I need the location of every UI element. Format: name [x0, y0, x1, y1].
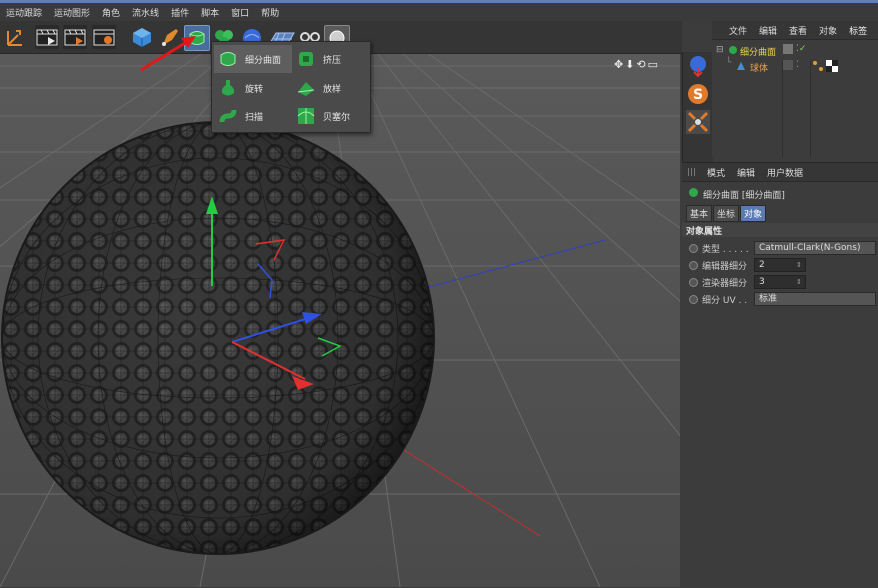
loft-icon — [295, 77, 317, 99]
menu-item-lathe[interactable]: 旋转 — [214, 74, 292, 102]
column-divider — [782, 61, 783, 157]
move-tool-icon[interactable] — [686, 54, 710, 78]
subtab-coord[interactable]: 坐标 — [713, 205, 740, 222]
column-divider — [810, 61, 811, 157]
object-manager: 文件 编辑 查看 对象 标签 书签 ⊟ 细分曲面 ⁚✓ └ 球体 ⁚ — [712, 21, 878, 157]
attribute-object-header: 细分曲面 [细分曲面] — [688, 187, 785, 201]
section-header: 对象属性 — [682, 223, 878, 237]
am-menu-edit[interactable]: 编辑 — [731, 166, 761, 179]
snap-tool-icon[interactable]: S — [686, 82, 710, 106]
enabled-check-icon[interactable]: ⁚✓ — [796, 44, 806, 54]
menu-item-subdivision-surface[interactable]: 细分曲面 — [214, 45, 292, 73]
sphere-object-icon — [736, 61, 746, 74]
prop-editor-subdiv-row: 编辑器细分 2 ⇕ — [682, 257, 878, 273]
texture-tag-icon[interactable] — [826, 60, 838, 75]
object-row-subdivision[interactable]: ⊟ 细分曲面 ⁚✓ — [712, 43, 878, 59]
axis-lock-icon[interactable] — [686, 110, 710, 134]
expand-toggle-icon[interactable]: ⊟ — [716, 45, 724, 55]
menu-item-extrude[interactable]: 挤压 — [292, 45, 370, 73]
svg-text:S: S — [693, 87, 703, 103]
menu-item-sweep[interactable]: 扫描 — [214, 102, 292, 130]
animate-radio[interactable] — [689, 294, 698, 304]
prop-type-row: 类型 . . . . . Catmull-Clark(N-Gons) — [682, 240, 878, 256]
prop-render-subdiv-row: 渲染器细分 3 ⇕ — [682, 274, 878, 290]
am-menu-userdata[interactable]: 用户数据 — [761, 166, 809, 179]
object-list: ⊟ 细分曲面 ⁚✓ └ 球体 ⁚ — [712, 43, 878, 75]
generator-dropdown-menu: 细分曲面 挤压 旋转 放样 扫描 贝塞尔 — [211, 41, 371, 133]
animate-radio[interactable] — [689, 243, 698, 253]
lathe-icon — [217, 77, 239, 99]
tree-line: └ — [726, 58, 732, 68]
subdivision-surface-icon — [688, 187, 699, 201]
layer-swatch[interactable] — [783, 44, 793, 54]
phong-tag-icon[interactable] — [812, 60, 824, 75]
bezier-icon — [295, 105, 317, 127]
visibility-dots-icon[interactable]: ⁚ — [796, 60, 799, 70]
menu-item-loft[interactable]: 放样 — [292, 74, 370, 102]
om-menu-bookmarks[interactable]: 书签 — [873, 24, 878, 37]
stepper-arrows-icon[interactable]: ⇕ — [796, 261, 802, 269]
type-dropdown[interactable]: Catmull-Clark(N-Gons) — [754, 241, 876, 255]
object-row-sphere[interactable]: └ 球体 ⁚ — [712, 58, 878, 75]
animate-radio[interactable] — [689, 260, 698, 270]
subtab-basic[interactable]: 基本 — [686, 205, 713, 222]
om-menu-object[interactable]: 对象 — [813, 24, 843, 37]
om-menu-file[interactable]: 文件 — [723, 24, 753, 37]
subdivide-uv-dropdown[interactable]: 标准 — [754, 292, 876, 306]
prop-subdiv-uv-row: 细分 UV . . 标准 — [682, 291, 878, 307]
om-menu-tags[interactable]: 标签 — [843, 24, 873, 37]
animate-radio[interactable] — [689, 277, 698, 287]
am-menu-mode[interactable]: 模式 — [701, 166, 731, 179]
subtab-object[interactable]: 对象 — [740, 205, 767, 222]
panel-grip[interactable] — [688, 168, 696, 176]
object-manager-menu: 文件 编辑 查看 对象 标签 书签 — [712, 21, 878, 40]
menu-item-bezier[interactable]: 贝塞尔 — [292, 102, 370, 130]
om-menu-view[interactable]: 查看 — [783, 24, 813, 37]
attribute-object-title: 细分曲面 [细分曲面] — [703, 190, 785, 201]
layer-swatch[interactable] — [783, 60, 793, 70]
om-menu-edit[interactable]: 编辑 — [753, 24, 783, 37]
attribute-subtabs: 基本 坐标 对象 — [686, 205, 767, 222]
subdivision-surface-icon — [728, 45, 738, 58]
subdivision-surface-icon — [217, 48, 239, 70]
attribute-manager-menu: 模式 编辑 用户数据 — [682, 163, 878, 182]
sweep-icon — [217, 105, 239, 127]
extrude-icon — [295, 48, 317, 70]
attribute-manager: 模式 编辑 用户数据 细分曲面 [细分曲面] 基本 坐标 对象 对象属性 类型 . … — [682, 162, 878, 588]
stepper-arrows-icon[interactable]: ⇕ — [796, 278, 802, 286]
